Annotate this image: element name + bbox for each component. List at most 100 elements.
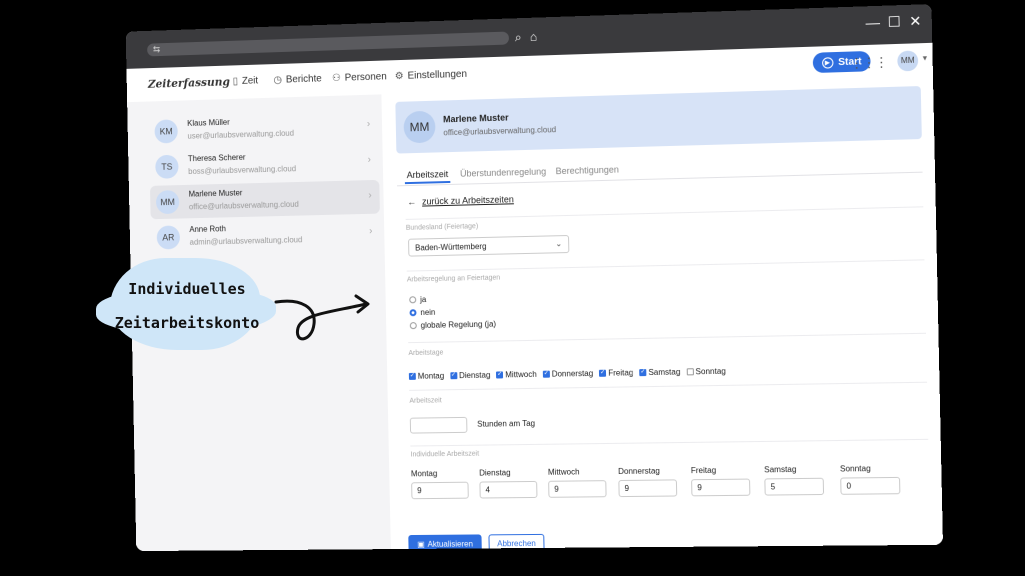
search-icon[interactable]: ⌕ [515, 30, 522, 44]
checkbox-empty-icon [686, 368, 694, 376]
radio-nein[interactable]: nein [409, 308, 435, 317]
divider [408, 332, 927, 344]
person-header: MM Marlene Muster office@urlaubsverwaltu… [395, 86, 922, 154]
day-column-samstag: Samstag 5 [764, 465, 826, 496]
state-select[interactable]: Baden-Württemberg ⌄ [408, 234, 570, 257]
clock-icon: ◷ [273, 74, 283, 86]
callout-line: Zeitarbeitskonto [114, 314, 260, 332]
nav-personen[interactable]: ⚇ Personen [332, 71, 387, 84]
person-name: Klaus Müller [187, 117, 230, 128]
tab-arbeitszeit[interactable]: Arbeitszeit [407, 169, 449, 180]
update-button[interactable]: ▣ Aktualisieren [408, 534, 482, 552]
day-column-mittwoch: Mittwoch 9 [548, 467, 609, 498]
checkbox-label: Mittwoch [505, 369, 537, 380]
hours-input[interactable]: 4 [479, 480, 538, 499]
arrow-left-icon: ← [407, 196, 417, 207]
list-item[interactable]: AR Anne Roth admin@urlaubsverwaltung.clo… [151, 216, 381, 255]
list-item[interactable]: MM Marlene Muster office@urlaubsverwaltu… [149, 179, 380, 220]
day-label: Donnerstag [618, 466, 660, 476]
cancel-button[interactable]: Abbrechen [488, 533, 545, 552]
nav-berichte[interactable]: ◷ Berichte [273, 73, 321, 85]
divider [406, 259, 925, 272]
callout-line: Individuelles [128, 280, 246, 298]
list-item[interactable]: KM Klaus Müller user@urlaubsverwaltung.c… [149, 108, 379, 148]
day-label: Freitag [690, 465, 717, 476]
annotation-arrow-icon [274, 294, 370, 341]
home-icon[interactable]: ⌂ [530, 30, 538, 44]
day-label: Sonntag [839, 463, 871, 474]
person-name: Theresa Scherer [187, 152, 246, 164]
checkbox-montag[interactable]: ✓ Montag [408, 371, 444, 381]
annotation-callout: Individuelles Zeitarbeitskonto [96, 258, 278, 350]
day-label: Samstag [764, 464, 797, 475]
radio-button[interactable] [409, 322, 417, 330]
hours-input[interactable]: 0 [840, 476, 901, 495]
hours-per-day-input[interactable] [409, 416, 468, 434]
hours-input[interactable]: 9 [411, 481, 469, 500]
hours-input[interactable]: 9 [691, 478, 751, 497]
checkbox-sonntag[interactable]: Sonntag [686, 367, 726, 377]
callout-text: Individuelles Zeitarbeitskonto [96, 272, 278, 340]
day-column-montag: Montag 9 [411, 469, 471, 500]
radio-label: ja [420, 295, 427, 305]
back-link[interactable]: ← zurück zu Arbeitszeiten [407, 194, 514, 207]
day-column-sonntag: Sonntag 0 [840, 464, 903, 495]
apps-grid-icon[interactable]: ⋮⋮⋮ [850, 54, 887, 71]
update-label: Aktualisieren [427, 538, 474, 549]
checkbox-label: Dienstag [458, 370, 491, 381]
chevron-right-icon: › [367, 154, 372, 166]
check-icon: ✓ [639, 369, 647, 377]
radio-global[interactable]: globale Regelung (ja) [409, 319, 497, 331]
user-avatar[interactable]: MM [897, 50, 919, 72]
radio-button[interactable] [409, 309, 417, 317]
day-column-dienstag: Dienstag 4 [479, 468, 539, 499]
hours-input[interactable]: 5 [764, 477, 825, 496]
list-item[interactable]: TS Theresa Scherer boss@urlaubsverwaltun… [149, 144, 379, 184]
checkbox-samstag[interactable]: ✓ Samstag [639, 367, 680, 377]
person-email: boss@urlaubsverwaltung.cloud [188, 164, 297, 177]
checkbox-label: Sonntag [695, 366, 726, 377]
holiday-rule-label: Arbeitsregelung an Feiertagen [406, 274, 501, 284]
radio-button[interactable] [409, 296, 417, 304]
main-panel: MM Marlene Muster office@urlaubsverwaltu… [381, 77, 943, 552]
checkbox-dienstag[interactable]: ✓ Dienstag [450, 371, 490, 381]
day-label: Mittwoch [547, 467, 580, 477]
nav-einstellungen[interactable]: ⚙ Einstellungen [395, 69, 467, 82]
close-icon[interactable]: ✕ [909, 13, 922, 30]
chevron-right-icon: › [368, 189, 372, 201]
chevron-right-icon: › [366, 118, 371, 130]
bookmark-icon: ▯ [232, 76, 239, 88]
radio-label: globale Regelung (ja) [420, 319, 497, 330]
tab-bar: Arbeitszeit Überstundenregelung Berechti… [396, 153, 923, 187]
avatar: AR [156, 225, 181, 250]
tab-berechtigungen[interactable]: Berechtigungen [556, 164, 619, 176]
nav-zeit[interactable]: ▯ Zeit [233, 75, 259, 87]
check-icon: ✓ [496, 371, 504, 379]
tab-ueberstundenregelung[interactable]: Überstundenregelung [460, 166, 546, 178]
save-icon: ▣ [417, 539, 425, 549]
check-icon: ✓ [599, 369, 607, 377]
radio-ja[interactable]: ja [409, 295, 426, 304]
person-name: Marlene Muster [188, 188, 243, 199]
checkbox-freitag[interactable]: ✓ Freitag [599, 368, 633, 378]
workdays-label: Arbeitstage [408, 349, 444, 358]
minimize-icon[interactable]: — [865, 14, 880, 31]
maximize-icon[interactable]: ☐ [888, 13, 901, 30]
address-bar[interactable]: ⇆ [147, 31, 510, 57]
nav-label: Einstellungen [407, 68, 468, 82]
person-name: Anne Roth [189, 224, 226, 235]
checkbox-mittwoch[interactable]: ✓ Mittwoch [496, 370, 537, 380]
day-label: Montag [410, 469, 438, 479]
chevron-down-icon[interactable]: ▼ [921, 55, 928, 62]
chevron-right-icon: › [369, 225, 373, 237]
avatar: TS [155, 154, 179, 179]
hours-input[interactable]: 9 [618, 479, 678, 498]
nav-label: Zeit [241, 75, 259, 87]
day-column-freitag: Freitag 9 [690, 465, 753, 497]
check-icon: ✓ [408, 372, 416, 380]
brand-logo[interactable]: Zeiterfassung [148, 75, 230, 90]
hours-input[interactable]: 9 [548, 480, 607, 498]
checkbox-donnerstag[interactable]: ✓ Donnerstag [542, 369, 593, 379]
checkbox-label: Samstag [648, 367, 681, 378]
divider [409, 381, 928, 391]
